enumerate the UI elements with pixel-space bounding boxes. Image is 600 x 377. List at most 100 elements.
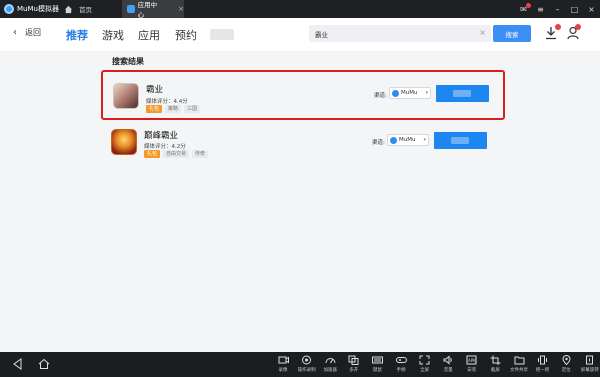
tab-home-label: 首页 — [79, 6, 92, 14]
toolbar-shake-button[interactable]: 摇一摇 — [532, 354, 554, 376]
toolbar-crop-button[interactable]: 截屏 — [484, 354, 506, 376]
tab-app-center[interactable]: 应用中心 × — [122, 0, 184, 19]
tag-list: 礼包 自由交易 传奇 — [144, 150, 209, 158]
volume-icon — [443, 355, 452, 365]
tab-home[interactable]: 首页 — [62, 0, 122, 18]
toolbar-folder-button[interactable]: 文件共享 — [508, 354, 530, 376]
channel-select[interactable]: MuMu ▾ — [389, 87, 431, 99]
toolbar-gamepad-button[interactable]: 手柄 — [390, 354, 412, 376]
back-label: 返回 — [25, 28, 41, 37]
maximize-icon[interactable]: □ — [570, 5, 579, 14]
toolbar-label: 键鼠 — [372, 368, 382, 373]
chevron-down-icon: ▾ — [423, 137, 426, 143]
svg-text:APK: APK — [468, 358, 476, 363]
minimize-icon[interactable]: – — [553, 5, 562, 14]
blurred-tab — [210, 29, 234, 40]
toolbar-label: 多开 — [349, 368, 359, 373]
toolbar-label: 操作录制 — [297, 368, 316, 373]
channel-select[interactable]: MuMu ▾ — [387, 134, 429, 146]
back-button[interactable]: ‹ 返回 — [13, 27, 41, 38]
toolbar-video-button[interactable]: 录像 — [272, 354, 294, 376]
tag-gift: 礼包 — [144, 150, 161, 158]
app-rating: 媒体评分：4.4分 — [146, 99, 188, 105]
toolbar-label: 截屏 — [490, 368, 500, 373]
apk-icon: APK — [466, 355, 477, 365]
channel-label: 渠道: — [372, 140, 385, 146]
tab-recommend[interactable]: 推荐 — [66, 27, 88, 43]
user-badge — [575, 24, 581, 30]
mail-icon[interactable]: ✉ — [519, 2, 531, 14]
app-center-icon — [127, 5, 135, 13]
toolbar-rotate-button[interactable]: 屏幕旋转 — [579, 354, 600, 376]
toolbar-label: 定位 — [561, 368, 571, 373]
home-icon — [64, 5, 73, 13]
search-button[interactable]: 搜索 — [493, 25, 531, 42]
search-input[interactable]: 霸业 × — [309, 25, 491, 42]
toolbar-label: 文件共享 — [510, 368, 528, 373]
close-icon[interactable]: × — [587, 5, 596, 14]
search-value: 霸业 — [315, 30, 328, 39]
install-button[interactable] — [434, 132, 487, 149]
toolbar-keyboard-button[interactable]: 键鼠 — [366, 354, 388, 376]
tag: 三国 — [184, 105, 201, 113]
tag-gift: 礼包 — [146, 105, 163, 113]
app-name[interactable]: 霸业 — [146, 83, 163, 95]
toolbar-label: 全屏 — [420, 368, 430, 373]
chevron-down-icon: ▾ — [425, 90, 428, 96]
gamepad-icon — [395, 357, 407, 363]
toolbar-volume-button[interactable]: 音量 — [437, 354, 459, 376]
channel-value: MuMu — [399, 137, 416, 143]
download-badge — [555, 24, 561, 30]
toolbar-macro-button[interactable]: 操作录制 — [296, 354, 318, 376]
toolbar-label: 加速器 — [323, 368, 337, 373]
tag-list: 礼包 策略 三国 — [146, 105, 201, 113]
clear-search-icon[interactable]: × — [479, 28, 486, 37]
channel-label: 渠道: — [374, 93, 387, 99]
rotate-icon — [586, 355, 594, 365]
tab-apps[interactable]: 应用 — [138, 27, 160, 43]
toolbar-label: 摇一摇 — [535, 368, 550, 373]
tag: 策略 — [165, 105, 182, 113]
folder-icon — [514, 356, 524, 365]
toolbar-label: 手柄 — [396, 368, 406, 373]
app-icon[interactable] — [111, 129, 137, 155]
app-rating: 媒体评分：4.2分 — [144, 144, 186, 150]
app-name[interactable]: 巅峰霸业 — [144, 129, 178, 141]
app-header: ‹ 返回 推荐 游戏 应用 预约 霸业 × 搜索 — [0, 18, 600, 51]
bottom-toolbar: 录像 操作录制 加速器 多开 键鼠 手柄 全屏 音量 APK 安装 截屏 文件共享 摇一摇 定位 屏幕旋转 — [0, 352, 600, 377]
android-back-icon[interactable] — [12, 358, 24, 370]
toolbar-apk-button[interactable]: APK 安装 — [461, 354, 483, 376]
speed-icon — [325, 358, 336, 364]
tag: 传奇 — [192, 150, 209, 158]
multi-instance-icon — [348, 355, 359, 365]
toolbar-multi-instance-button[interactable]: 多开 — [343, 354, 365, 376]
blurred-button-label — [453, 90, 471, 97]
android-home-icon[interactable] — [38, 358, 50, 370]
toolbar-label: 屏幕旋转 — [580, 368, 599, 373]
app-logo: MuMu模拟器 — [0, 4, 62, 14]
mumu-channel-icon — [390, 136, 397, 144]
window-controls: ✉ ≡ – □ × — [519, 0, 596, 18]
search-results-title: 搜索结果 — [112, 57, 144, 66]
toolbar-fullscreen-button[interactable]: 全屏 — [414, 354, 436, 376]
macro-icon — [302, 355, 312, 365]
toolbar-label: 安装 — [467, 368, 477, 373]
close-tab-icon[interactable]: × — [178, 5, 184, 13]
toolbar-location-button[interactable]: 定位 — [555, 354, 577, 376]
tab-games[interactable]: 游戏 — [102, 27, 124, 43]
fullscreen-icon — [419, 355, 430, 365]
mumu-logo-icon — [4, 4, 14, 14]
install-button[interactable] — [436, 85, 489, 102]
toolbar-speed-button[interactable]: 加速器 — [319, 354, 341, 376]
result-item[interactable]: 霸业 媒体评分：4.4分 礼包 策略 三国 渠道: MuMu ▾ — [101, 70, 505, 120]
result-item[interactable]: 巅峰霸业 媒体评分：4.2分 礼包 自由交易 传奇 渠道: MuMu ▾ — [101, 124, 505, 174]
tab-reservations[interactable]: 预约 — [175, 27, 197, 43]
shake-icon — [538, 355, 548, 365]
notification-dot — [526, 2, 531, 8]
channel-value: MuMu — [401, 90, 418, 96]
keyboard-icon — [371, 356, 383, 364]
location-icon — [562, 355, 571, 365]
menu-icon[interactable]: ≡ — [536, 5, 545, 14]
app-icon[interactable] — [113, 83, 139, 109]
toolbar-label: 音量 — [443, 368, 453, 373]
